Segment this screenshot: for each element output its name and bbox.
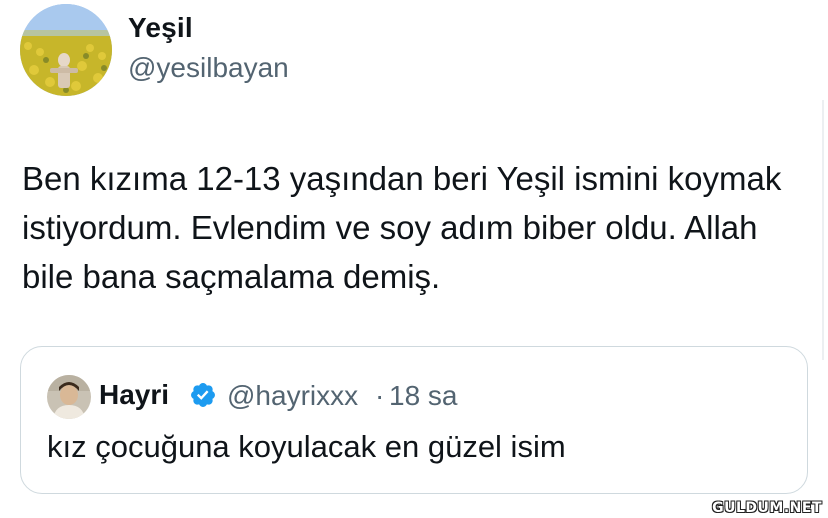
author-display-name[interactable]: Yeşil [128,12,193,44]
quoted-author-display-name[interactable]: Hayri [99,379,169,411]
quoted-tweet-card[interactable]: Hayri @hayrixxx · 18 sa kız çocuğuna koy… [20,346,808,494]
tweet-text: Ben kızıma 12-13 yaşından beri Yeşil ism… [22,160,782,295]
quoted-tweet-text: kız çocuğuna koyulacak en güzel isim [47,429,566,464]
tweet: Yeşil @yesilbayan Ben kızıma 12-13 yaşın… [0,0,828,518]
sunflower-field-photo-icon [20,4,112,96]
quoted-tweet-time[interactable]: 18 sa [389,380,458,412]
author-handle[interactable]: @yesilbayan [128,52,289,84]
quoted-author-handle[interactable]: @hayrixxx [227,380,358,412]
watermark: GULDUM.NET [712,500,822,516]
author-avatar[interactable] [20,4,112,96]
verified-badge-icon [191,383,215,407]
person-photo-icon [47,375,91,419]
separator-dot: · [375,380,385,411]
quoted-author-avatar[interactable] [47,375,91,419]
divider [822,100,824,360]
